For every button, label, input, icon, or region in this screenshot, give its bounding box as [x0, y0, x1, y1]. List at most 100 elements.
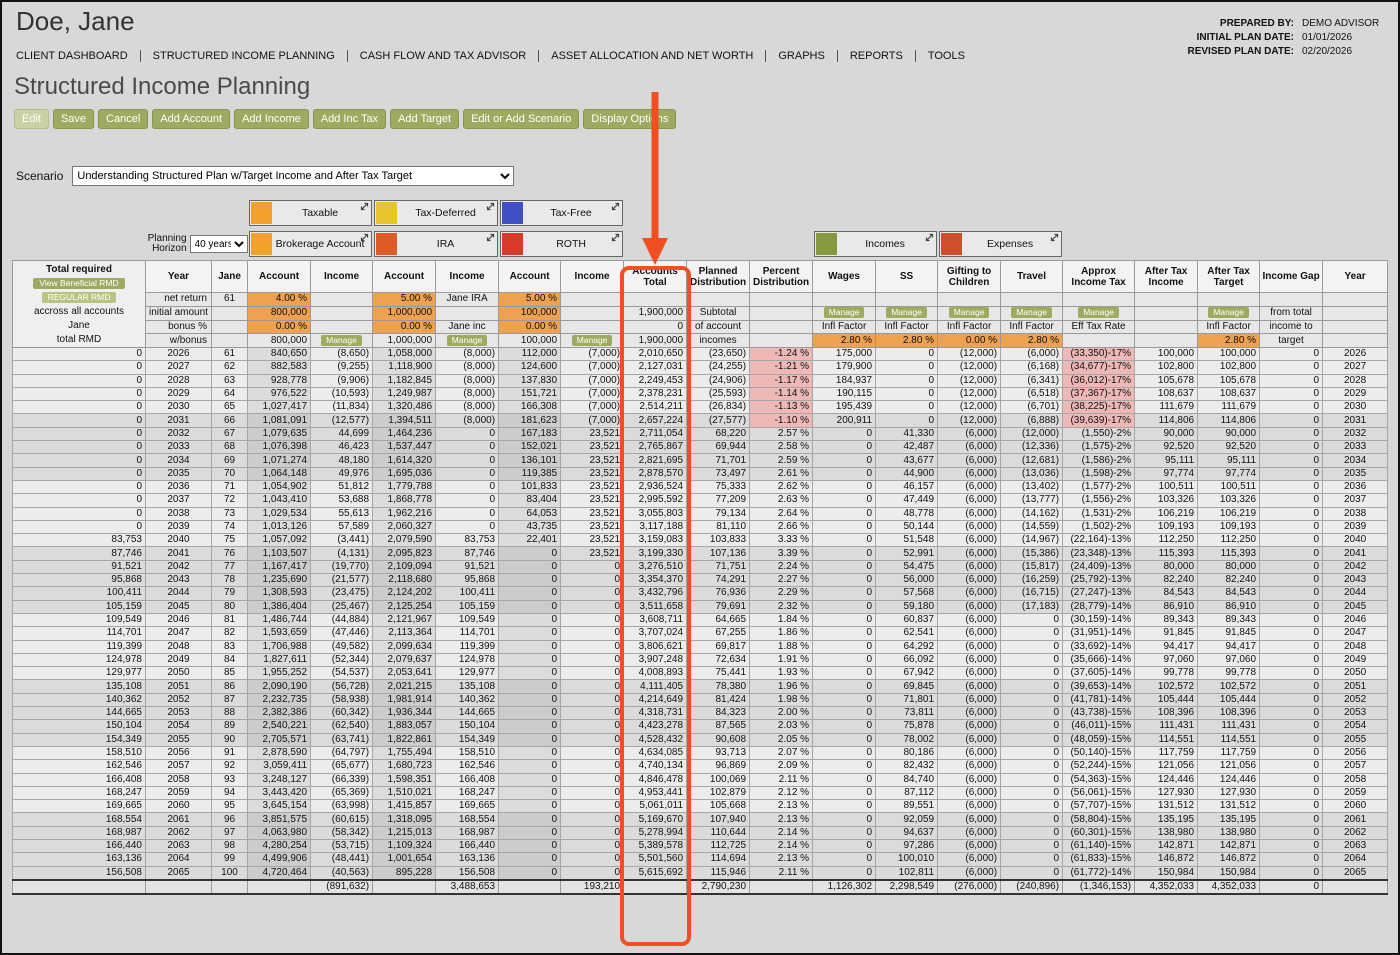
cell-total-rmd: 168,554: [12, 812, 146, 827]
manage-button[interactable]: Manage: [1078, 307, 1119, 319]
nav-graphs[interactable]: GRAPHS: [766, 50, 838, 62]
expenses-tab[interactable]: Expenses: [938, 231, 1062, 257]
cell-total-rmd: 166,440: [12, 838, 146, 854]
expand-icon[interactable]: [360, 233, 369, 242]
cell-tax-free-income: 0: [560, 759, 625, 774]
add-income-button[interactable]: Add Income: [234, 109, 309, 129]
expand-icon[interactable]: [925, 233, 934, 242]
incomes-tab[interactable]: Incomes: [813, 231, 937, 257]
cell-income-gap: 0: [1259, 825, 1324, 840]
cell-ss[interactable]: 2.80 %: [875, 333, 939, 348]
cell-percent-distribution: 2.27 %: [749, 573, 814, 588]
nav-structured-income-planning[interactable]: STRUCTURED INCOME PLANNING: [141, 50, 348, 62]
cell-approx-income-tax: (28,779)-14%: [1062, 599, 1136, 614]
cell-tax-deferred-income: (8,000): [435, 360, 500, 375]
cell-age: 85: [210, 666, 249, 681]
cell-approx-income-tax: (48,059)-15%: [1062, 732, 1136, 747]
cell-tax-deferred-account[interactable]: 1,000,000: [372, 305, 437, 321]
col-header-accounts-total: Accounts Total: [623, 259, 688, 294]
manage-button[interactable]: Manage: [321, 334, 362, 346]
cell-tax-deferred-account: 1,962,216: [372, 506, 437, 521]
add-target-button[interactable]: Add Target: [390, 109, 460, 129]
manage-button[interactable]: Manage: [948, 307, 990, 319]
cell-taxable-account[interactable]: 800,000: [247, 305, 312, 321]
cell-taxable-account: 2,232,735: [247, 692, 312, 708]
cell-year-right: 2037: [1322, 493, 1389, 508]
manage-button[interactable]: Manage: [823, 307, 865, 319]
expand-icon[interactable]: [611, 233, 620, 242]
cell-total-rmd: 0: [12, 413, 146, 428]
display-options-button[interactable]: Display Options: [583, 109, 677, 129]
manage-button[interactable]: Manage: [446, 334, 488, 346]
tax-free-tab[interactable]: Tax-Free: [499, 200, 623, 226]
cell-income-gap: 0: [1259, 479, 1324, 495]
manage-button[interactable]: Manage: [886, 307, 927, 319]
manage-button[interactable]: Manage: [1011, 307, 1052, 319]
cell-taxable-account[interactable]: 0.00 %: [247, 319, 312, 335]
cell-approx-income-tax: (1,556)-2%: [1062, 493, 1136, 508]
plan-info: PREPARED BY: DEMO ADVISOR INITIAL PLAN D…: [1188, 18, 1387, 57]
cell-accounts-total: 4,423,278: [623, 719, 688, 734]
cell-gifting-to-children[interactable]: 0.00 %: [937, 333, 1002, 348]
cell-after-tax-income: 111,431: [1134, 719, 1199, 734]
cell-planned-distribution: 75,441: [686, 666, 751, 681]
cell-after-tax-income: 102,572: [1134, 679, 1199, 694]
cell-after-tax-target[interactable]: 2.80 %: [1197, 333, 1261, 348]
edit-or-add-scenario-button[interactable]: Edit or Add Scenario: [463, 109, 580, 129]
nav-tools[interactable]: TOOLS: [916, 50, 977, 62]
cell-percent-distribution: 1.91 %: [749, 652, 814, 668]
roth-tab[interactable]: ROTH: [499, 231, 623, 257]
cell-year-right: 2042: [1322, 559, 1389, 575]
cell-tax-free-account[interactable]: 0.00 %: [498, 319, 562, 335]
table-row: 168,987 2062 97 4,063,980 (58,342) 1,215,013 1…: [12, 825, 1389, 840]
edit-button[interactable]: Edit: [14, 109, 49, 129]
cell-tax-deferred-income: 168,987: [435, 825, 500, 840]
cell-taxable-income: (60,615): [310, 812, 374, 827]
nav-asset-allocation-net-worth[interactable]: ASSET ALLOCATION AND NET WORTH: [539, 50, 767, 62]
cell-total-rmd: 91,521: [12, 559, 146, 575]
manage-button[interactable]: Manage: [571, 334, 613, 346]
ira-tab[interactable]: IRA: [373, 231, 498, 257]
cell-tax-free-account[interactable]: 5.00 %: [498, 292, 562, 307]
save-button[interactable]: Save: [52, 109, 95, 129]
cell-accounts-total: 4,008,893: [623, 666, 688, 681]
expand-icon[interactable]: [360, 202, 369, 211]
cancel-button[interactable]: Cancel: [98, 109, 149, 129]
cell-accounts-total: 3,511,658: [623, 599, 688, 614]
cell-income-gap: 0: [1259, 519, 1324, 535]
cell-age: 92: [210, 759, 249, 774]
view-beneficial-rmd-button[interactable]: View Beneficial RMD: [33, 278, 125, 289]
nav-client-dashboard[interactable]: CLIENT DASHBOARD: [14, 50, 141, 62]
tax-deferred-tab[interactable]: Tax-Deferred: [373, 200, 498, 226]
cell-wages: 0: [812, 426, 877, 442]
cell-gifting-to-children: [937, 292, 1002, 307]
cell-tax-free-account[interactable]: 100,000: [498, 305, 562, 321]
cell-tax-deferred-income: 114,701: [435, 626, 500, 641]
cell-tax-deferred-account[interactable]: 0.00 %: [372, 319, 437, 335]
expand-icon[interactable]: [486, 233, 495, 242]
cell-wages: 0: [812, 506, 877, 521]
expand-icon[interactable]: [486, 202, 495, 211]
cell-tax-deferred-account[interactable]: 5.00 %: [372, 292, 437, 307]
nav-cash-flow-and-tax-advisor[interactable]: CASH FLOW AND TAX ADVISOR: [348, 50, 540, 62]
expand-icon[interactable]: [1050, 233, 1059, 242]
manage-button[interactable]: Manage: [1208, 307, 1249, 319]
brokerage-account-tab[interactable]: Brokerage Account: [248, 231, 372, 257]
cell-planned-distribution: 107,136: [686, 546, 751, 561]
add-account-button[interactable]: Add Account: [152, 109, 231, 129]
cell-travel[interactable]: 2.80 %: [1000, 333, 1064, 348]
expand-icon[interactable]: [611, 202, 620, 211]
add-inc-tax-button[interactable]: Add Inc Tax: [312, 109, 387, 129]
cell-taxable-account[interactable]: 4.00 %: [247, 292, 312, 307]
nav-reports[interactable]: REPORTS: [838, 50, 916, 62]
scenario-select[interactable]: Understanding Structured Plan w/Target I…: [72, 166, 515, 186]
regular-rmd-button[interactable]: REGULAR RMD: [41, 292, 117, 303]
cell-tax-deferred-income: 162,546: [435, 759, 500, 774]
cell-tax-free-account: 0: [498, 825, 562, 840]
cell-wages[interactable]: 2.80 %: [812, 333, 877, 348]
cell-year: 2038: [145, 506, 212, 521]
cell-planned-distribution: 71,701: [686, 453, 751, 468]
planning-horizon-select[interactable]: 40 years: [189, 235, 248, 253]
taxable-tab[interactable]: Taxable: [248, 200, 372, 226]
cell-tax-deferred-account: 895,228: [372, 865, 437, 881]
